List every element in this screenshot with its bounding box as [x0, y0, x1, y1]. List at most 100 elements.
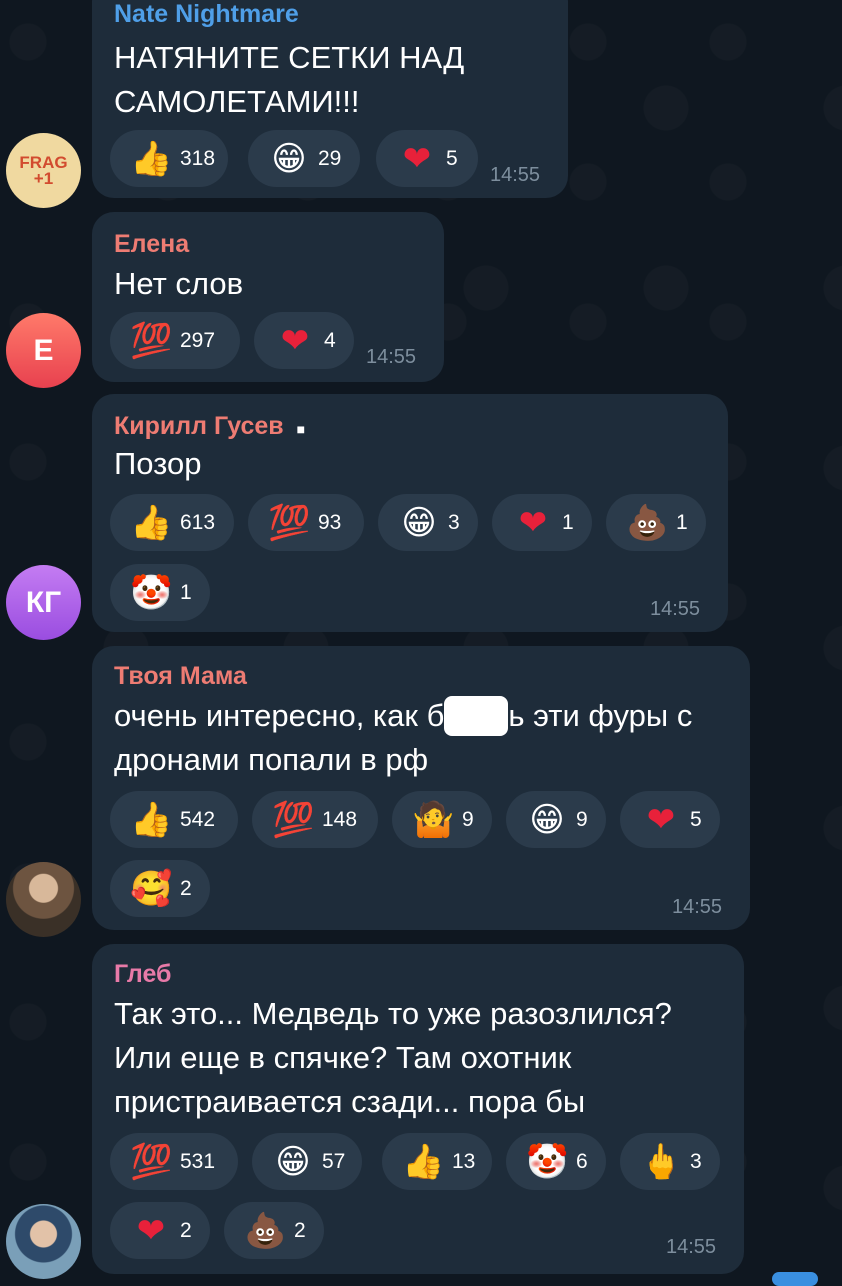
reaction-chip[interactable]: ❤ 4 [254, 312, 354, 369]
middle-finger-icon: 🖕 [640, 1141, 683, 1182]
reaction-chip[interactable]: 💯 148 [252, 791, 378, 848]
reaction-chip[interactable]: 🤷 9 [392, 791, 492, 848]
message-bubble[interactable]: Твоя Мама очень интересно, как б ь эти фу… [92, 646, 750, 930]
message-text: пристраивается сзади... пора бы [114, 1084, 586, 1119]
reaction-count: 318 [180, 146, 216, 170]
reaction-chip[interactable]: 😁 9 [506, 791, 606, 848]
message-time: 14:55 [672, 896, 723, 918]
message-time: 14:55 [650, 598, 701, 620]
red-heart-icon: ❤ [402, 138, 432, 179]
hundred-points-icon: 💯 [130, 320, 173, 361]
reaction-count: 29 [318, 146, 342, 170]
reaction-chip[interactable]: ❤ 2 [110, 1202, 210, 1259]
message-text: НАТЯНИТЕ СЕТКИ НАД [114, 40, 465, 75]
status-badge: ■ [296, 421, 306, 437]
frag-logo: FRAG +1 [19, 152, 68, 188]
avatar[interactable]: КГ [6, 565, 81, 640]
grinning-face-icon: 😁 [271, 138, 307, 179]
reaction-count: 148 [322, 807, 358, 831]
sender-name[interactable]: Глеб [114, 960, 172, 989]
reaction-chip[interactable]: 🖕 3 [620, 1133, 720, 1190]
redacted-block [444, 696, 509, 736]
sender-name-text: Кирилл Гусев [114, 412, 284, 440]
reaction-count: 531 [180, 1149, 216, 1173]
avatar-initials: Е [33, 333, 54, 367]
message-bubble[interactable]: Nate Nightmare НАТЯНИТЕ СЕТКИ НАД САМОЛЕ… [92, 0, 568, 198]
reaction-chip[interactable]: 😁 57 [252, 1133, 362, 1190]
hundred-points-icon: 💯 [130, 1141, 173, 1182]
reaction-count: 542 [180, 807, 216, 831]
scroll-down-button[interactable] [772, 1272, 818, 1286]
reaction-count: 2 [180, 1218, 192, 1242]
reaction-count: 1 [180, 580, 192, 604]
avatar[interactable] [6, 862, 81, 937]
reaction-count: 5 [446, 146, 458, 170]
reaction-chip[interactable]: 🤡 6 [506, 1133, 606, 1190]
thumbs-up-icon: 👍 [130, 138, 173, 179]
message-text: Так это... Медведь то уже разозлился? [114, 996, 672, 1031]
grinning-face-icon: 😁 [401, 502, 437, 543]
grinning-face-icon: 😁 [529, 799, 565, 840]
reaction-count: 2 [180, 876, 192, 900]
reaction-chip[interactable]: ❤ 5 [620, 791, 720, 848]
thumbs-up-icon: 👍 [130, 502, 173, 543]
reaction-count: 9 [462, 807, 474, 831]
reaction-count: 9 [576, 807, 588, 831]
message-time: 14:55 [366, 346, 417, 368]
avatar[interactable]: Е [6, 313, 81, 388]
message-text: САМОЛЕТАМИ!!! [114, 84, 360, 119]
message-text: дронами попали в рф [114, 742, 429, 777]
reaction-chip[interactable]: 💯 297 [110, 312, 240, 369]
reaction-count: 93 [318, 510, 342, 534]
clown-face-icon: 🤡 [130, 572, 173, 613]
hundred-points-icon: 💯 [268, 502, 311, 543]
red-heart-icon: ❤ [518, 502, 548, 543]
message-text: Нет слов [114, 266, 244, 301]
reaction-chip[interactable]: ❤ 1 [492, 494, 592, 551]
reaction-chip[interactable]: 👍 542 [110, 791, 238, 848]
reaction-chip[interactable]: 🤡 1 [110, 564, 210, 621]
reaction-chip[interactable]: 🥰 2 [110, 860, 210, 917]
reaction-chip[interactable]: 👍 318 [110, 130, 228, 187]
reaction-count: 3 [448, 510, 460, 534]
pile-of-poo-icon: 💩 [626, 502, 669, 543]
sender-name[interactable]: Елена [114, 230, 189, 259]
sender-name[interactable]: Кирилл Гусев ■ [114, 412, 305, 441]
reaction-count: 6 [576, 1149, 588, 1173]
reaction-chip[interactable]: 💯 93 [248, 494, 364, 551]
message-text: очень интересно, как б ь эти фуры с [114, 694, 692, 738]
avatar-initials: КГ [25, 585, 62, 619]
message-bubble[interactable]: Глеб Так это... Медведь то уже разозлилс… [92, 944, 744, 1274]
reaction-chip[interactable]: ❤ 5 [376, 130, 478, 187]
reaction-chip[interactable]: 👍 13 [382, 1133, 492, 1190]
hundred-points-icon: 💯 [272, 799, 315, 840]
message-time: 14:55 [490, 164, 541, 186]
reaction-chip[interactable]: 😁 3 [378, 494, 478, 551]
reaction-chip[interactable]: 💩 1 [606, 494, 706, 551]
message-text-part: ь эти фуры с [508, 698, 693, 733]
sender-name[interactable]: Твоя Мама [114, 662, 247, 691]
thumbs-up-icon: 👍 [130, 799, 173, 840]
red-heart-icon: ❤ [136, 1210, 166, 1251]
message-text: Или еще в спячке? Там охотник [114, 1040, 572, 1075]
message-time: 14:55 [666, 1236, 717, 1258]
reaction-chip[interactable]: 💩 2 [224, 1202, 324, 1259]
message-text-part: очень интересно, как б [114, 698, 445, 733]
reaction-chip[interactable]: 💯 531 [110, 1133, 238, 1190]
reaction-count: 2 [294, 1218, 306, 1242]
thumbs-up-icon: 👍 [402, 1141, 445, 1182]
reaction-count: 4 [324, 328, 336, 352]
clown-face-icon: 🤡 [526, 1141, 569, 1182]
message-bubble[interactable]: Кирилл Гусев ■ Позор 👍 613 💯 93 😁 3 ❤ 1 … [92, 394, 728, 632]
message-bubble[interactable]: Елена Нет слов 💯 297 ❤ 4 14:55 [92, 212, 444, 382]
reaction-chip[interactable]: 👍 613 [110, 494, 234, 551]
sender-name[interactable]: Nate Nightmare [114, 0, 299, 29]
reaction-count: 13 [452, 1149, 476, 1173]
avatar[interactable]: FRAG +1 [6, 133, 81, 208]
reaction-count: 613 [180, 510, 216, 534]
reaction-chip[interactable]: 😁 29 [248, 130, 360, 187]
reaction-count: 1 [562, 510, 574, 534]
reaction-count: 1 [676, 510, 688, 534]
reaction-count: 57 [322, 1149, 346, 1173]
avatar[interactable] [6, 1204, 81, 1279]
